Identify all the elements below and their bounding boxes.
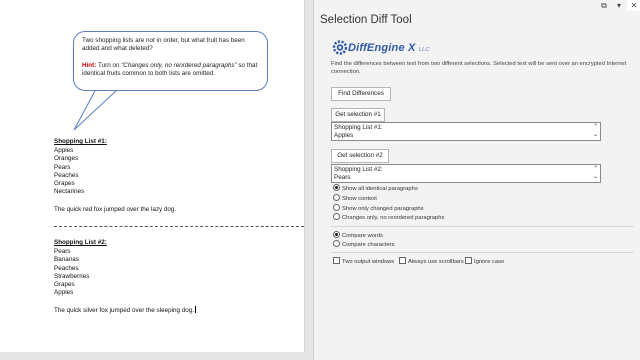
selection-2-line1: Shopping List #2:	[334, 166, 383, 173]
close-icon[interactable]: ✕	[627, 0, 640, 11]
checkbox-label: Ignore case	[474, 259, 505, 265]
list-item: Grapes	[54, 281, 75, 289]
list-item: Grapes	[54, 180, 75, 188]
option-compare-words[interactable]: Compare words	[333, 231, 383, 240]
option-label: Compare words	[342, 233, 383, 239]
document-page[interactable]: Two shopping lists are not in order, but…	[0, 0, 305, 352]
panel-titlebar: ⧉ ▾ ✕	[314, 0, 640, 12]
restore-icon[interactable]: ⧉	[597, 0, 611, 11]
options-separator	[331, 226, 634, 227]
scroll-up-icon[interactable]: ⌃	[592, 124, 599, 130]
selection-1-line1: Shopping List #1:	[334, 124, 383, 131]
option-show-only-changed[interactable]: Show only changed paragraphs	[333, 204, 424, 213]
checkbox-ignore-case[interactable]: Ignore case	[465, 257, 504, 266]
find-differences-button[interactable]: Find Differences	[331, 87, 391, 101]
checkbox[interactable]	[465, 257, 472, 264]
list2-heading: Shopping List #2:	[54, 239, 107, 246]
radio-button[interactable]	[333, 184, 340, 191]
option-show-all-identical[interactable]: Show all identical paragraphs	[333, 184, 418, 193]
selection-1-line2: Apples	[334, 131, 354, 139]
radio-button[interactable]	[333, 213, 340, 220]
list-item: Bananas	[54, 256, 79, 264]
list1-items: Apples Oranges Pears Peaches Grapes Nect…	[54, 147, 84, 197]
logo-text: DiffEngine X LLC	[348, 42, 430, 54]
list2-items: Pears Bananas Peaches Strawberries Grape…	[54, 248, 89, 298]
checkbox-label: Always use scrollbars	[408, 259, 464, 265]
list-item: Pears	[54, 248, 71, 255]
list-item: Nectarines	[54, 188, 85, 196]
selection-1-text: Shopping List #1: Apples	[334, 124, 383, 139]
text-cursor	[195, 306, 197, 313]
option-show-context[interactable]: Show context	[333, 194, 377, 203]
list-item: Peaches	[54, 171, 79, 179]
list-item: Peaches	[54, 264, 79, 272]
panel-description: Find the differences between text from t…	[331, 61, 627, 75]
checkbox[interactable]	[399, 257, 406, 264]
get-selection-2-button[interactable]: Get selection #2	[331, 149, 389, 163]
section-divider	[54, 226, 304, 227]
checkbox-always-use-scrollbars[interactable]: Always use scrollbars	[399, 257, 464, 266]
selection-2-scrollbar[interactable]: ⌃ ⌄	[592, 165, 599, 182]
list-item: Oranges	[54, 155, 79, 163]
option-changes-only-no-reorder[interactable]: Changes only, no reordered paragraphs	[333, 213, 444, 222]
scroll-down-icon[interactable]: ⌄	[592, 132, 599, 138]
selection-2-line2: Pears	[334, 173, 351, 181]
get-selection-1-button[interactable]: Get selection #1	[331, 108, 385, 122]
list2-sentence-line: The quick silver fox jumped over the sle…	[54, 306, 197, 314]
list-item: Strawberries	[54, 272, 90, 280]
list1-sentence: The quick red fox jumped over the lazy d…	[54, 206, 177, 213]
option-label: Changes only, no reordered paragraphs	[342, 215, 445, 221]
logo-name: DiffEngine X	[348, 42, 416, 54]
checkbox[interactable]	[333, 257, 340, 264]
selection-2-text: Shopping List #2: Pears	[334, 166, 383, 181]
scroll-up-icon[interactable]: ⌃	[592, 166, 599, 172]
list-item: Apples	[54, 289, 74, 297]
callout-tail-cover	[97, 88, 117, 90]
gear-icon	[332, 40, 348, 55]
selection-diff-panel: ⧉ ▾ ✕ Selection Diff Tool DiffEngine X L…	[313, 0, 640, 360]
dropdown-icon[interactable]: ▾	[612, 0, 626, 11]
list1-heading: Shopping List #1:	[54, 138, 107, 145]
list2-sentence: The quick silver fox jumped over the sle…	[54, 307, 195, 314]
selection-2-preview[interactable]: Shopping List #2: Pears ⌃ ⌄	[331, 164, 601, 183]
list-item: Apples	[54, 147, 74, 154]
radio-button[interactable]	[333, 240, 340, 247]
option-compare-characters[interactable]: Compare characters	[333, 240, 395, 249]
checkbox-two-output-windows[interactable]: Two output windows	[333, 257, 394, 266]
checkbox-label: Two output windows	[342, 259, 395, 265]
radio-button[interactable]	[333, 231, 340, 238]
option-label: Show context	[342, 196, 377, 202]
radio-button[interactable]	[333, 194, 340, 201]
list-item: Pears	[54, 163, 71, 171]
diffengine-logo: DiffEngine X LLC	[331, 38, 429, 57]
radio-button[interactable]	[333, 204, 340, 211]
selection-1-preview[interactable]: Shopping List #1: Apples ⌃ ⌄	[331, 122, 601, 141]
option-label: Show all identical paragraphs	[342, 186, 418, 192]
option-label: Show only changed paragraphs	[342, 206, 424, 212]
options-separator	[331, 252, 634, 253]
scroll-down-icon[interactable]: ⌄	[592, 174, 599, 180]
panel-title: Selection Diff Tool	[320, 14, 412, 26]
logo-suffix: LLC	[418, 47, 430, 53]
selection-1-scrollbar[interactable]: ⌃ ⌄	[592, 123, 599, 140]
document-area: Two shopping lists are not in order, but…	[0, 0, 312, 360]
option-label: Compare characters	[342, 242, 395, 248]
